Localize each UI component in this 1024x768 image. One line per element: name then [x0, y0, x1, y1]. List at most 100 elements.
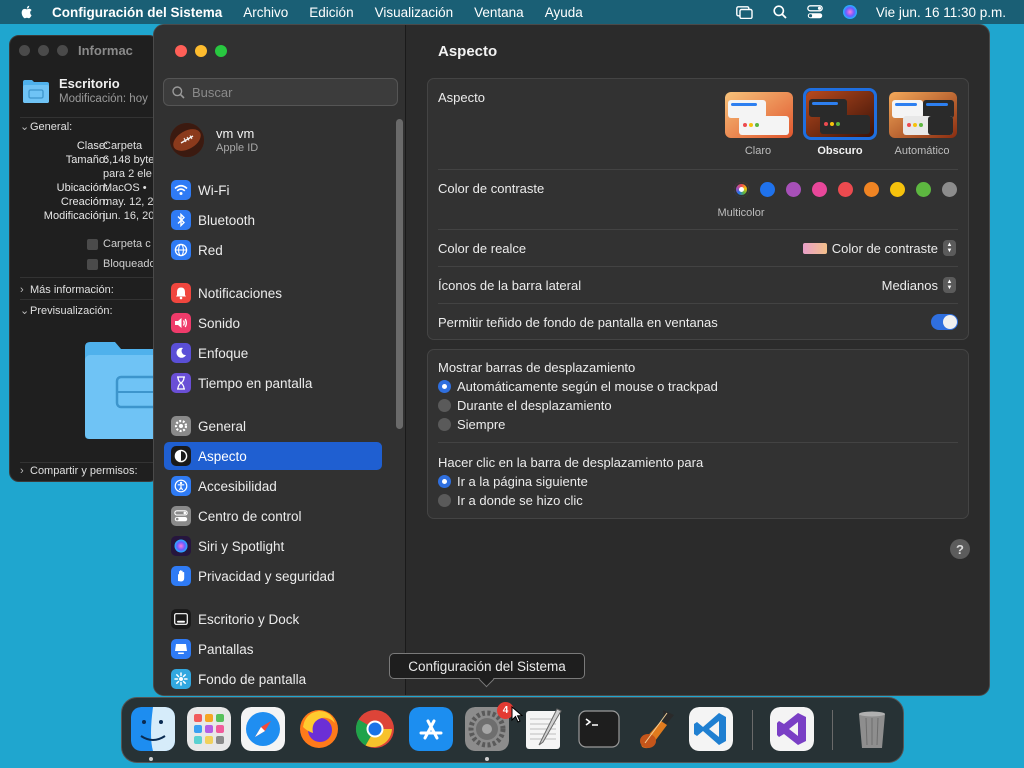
- trash-icon[interactable]: [850, 707, 894, 751]
- theme-option-auto[interactable]: [887, 90, 959, 140]
- divider: [438, 229, 958, 230]
- mouse-pointer-icon: [511, 706, 523, 723]
- stationery-checkbox[interactable]: Carpeta c: [87, 238, 151, 250]
- sidebar-item-label: Sonido: [198, 315, 241, 331]
- scrollbars-option-auto[interactable]: Automáticamente según el mouse o trackpa…: [438, 379, 718, 394]
- search-input[interactable]: Buscar: [163, 78, 398, 106]
- search-icon[interactable]: [771, 4, 789, 20]
- accent-red[interactable]: [838, 182, 853, 197]
- locked-checkbox[interactable]: Bloqueado: [87, 258, 156, 270]
- sidebar-icons-popup[interactable]: Medianos ▲ ▼: [882, 277, 956, 293]
- help-button[interactable]: ?: [950, 539, 970, 559]
- radio-label: Durante el desplazamiento: [457, 398, 612, 413]
- screen-mirroring-icon[interactable]: [736, 4, 754, 20]
- control-center-icon[interactable]: [806, 4, 824, 20]
- accent-pink[interactable]: [812, 182, 827, 197]
- sidebar-item-sonido[interactable]: Sonido: [164, 309, 382, 337]
- sidebar-item-aspecto[interactable]: Aspecto: [164, 442, 382, 470]
- notifications-icon: [171, 283, 191, 303]
- sidebar-item-escritorio-y-dock[interactable]: Escritorio y Dock: [164, 605, 382, 633]
- highlight-color-popup[interactable]: Color de contraste ▲ ▼: [802, 240, 956, 256]
- menu-ventana[interactable]: Ventana: [474, 5, 524, 20]
- menu-visualizacion[interactable]: Visualización: [375, 5, 454, 20]
- siri-icon[interactable]: [841, 4, 859, 20]
- sidebar-item-centro-de-control[interactable]: Centro de control: [164, 502, 382, 530]
- close-button[interactable]: [19, 44, 30, 56]
- launchpad-icon[interactable]: [187, 707, 231, 751]
- apple-logo-icon[interactable]: [19, 4, 35, 20]
- accent-green[interactable]: [916, 182, 931, 197]
- preview-section-toggle[interactable]: ⌄Previsualización:: [20, 304, 113, 317]
- click-option-clicked-spot[interactable]: Ir a donde se hizo clic: [438, 493, 583, 508]
- sidebar-item-red[interactable]: Red: [164, 236, 382, 264]
- sidebar-item-privacidad-y-seguridad[interactable]: Privacidad y seguridad: [164, 562, 382, 590]
- info-row: Creación: may. 12, 2: [10, 196, 158, 210]
- more-info-label: Más información:: [30, 284, 114, 296]
- minimize-button[interactable]: [195, 45, 207, 57]
- general-section-toggle[interactable]: ⌄General:: [20, 120, 72, 133]
- terminal-icon[interactable]: [577, 707, 621, 751]
- menu-edicion[interactable]: Edición: [309, 5, 353, 20]
- accent-orange[interactable]: [864, 182, 879, 197]
- sidebar-item-siri-y-spotlight[interactable]: Siri y Spotlight: [164, 532, 382, 560]
- chrome-icon[interactable]: [353, 707, 397, 751]
- accent-blue[interactable]: [760, 182, 775, 197]
- menu-app-name[interactable]: Configuración del Sistema: [52, 5, 222, 20]
- finder-info-window: Informac Escritorio Modificación: hoy ⌄G…: [9, 35, 159, 482]
- radio-selected[interactable]: [438, 475, 451, 488]
- accent-yellow[interactable]: [890, 182, 905, 197]
- sidebar-item-bluetooth[interactable]: Bluetooth: [164, 206, 382, 234]
- sidebar-item-pantallas[interactable]: Pantallas: [164, 635, 382, 663]
- sidebar-item-notificaciones[interactable]: Notificaciones: [164, 279, 382, 307]
- accent-graphite[interactable]: [942, 182, 957, 197]
- scrollbars-option-scrolling[interactable]: Durante el desplazamiento: [438, 398, 612, 413]
- theme-option-dark[interactable]: [803, 88, 877, 140]
- radio-selected[interactable]: [438, 380, 451, 393]
- apple-id-account[interactable]: vm vm Apple ID: [170, 123, 258, 157]
- menu-archivo[interactable]: Archivo: [243, 5, 288, 20]
- info-window-title: Informac: [78, 42, 133, 58]
- sidebar-scrollbar[interactable]: [396, 119, 403, 429]
- accent-multicolor[interactable]: [734, 182, 749, 197]
- theme-option-light[interactable]: [723, 90, 795, 140]
- tinting-toggle[interactable]: [931, 314, 958, 330]
- sidebar-item-wifi[interactable]: Wi-Fi: [164, 176, 382, 204]
- sidebar-item-enfoque[interactable]: Enfoque: [164, 339, 382, 367]
- scrollbars-option-always[interactable]: Siempre: [438, 417, 505, 432]
- menu-ayuda[interactable]: Ayuda: [545, 5, 583, 20]
- zoom-button[interactable]: [215, 45, 227, 57]
- zoom-button[interactable]: [57, 44, 68, 56]
- share-section-toggle[interactable]: › Compartir y permisos:: [20, 465, 138, 477]
- dark-theme-preview: [806, 91, 874, 137]
- sidebar-item-fondo-de-pantalla[interactable]: Fondo de pantalla: [164, 665, 382, 693]
- sidebar-item-label: Red: [198, 242, 223, 258]
- radio-unselected[interactable]: [438, 494, 451, 507]
- minimize-button[interactable]: [38, 44, 49, 56]
- sidebar-item-general[interactable]: General: [164, 412, 382, 440]
- radio-unselected[interactable]: [438, 399, 451, 412]
- radio-unselected[interactable]: [438, 418, 451, 431]
- radio-label: Siempre: [457, 417, 506, 432]
- accent-purple[interactable]: [786, 182, 801, 197]
- more-info-section-toggle[interactable]: › Más información:: [20, 284, 114, 296]
- safari-icon[interactable]: [241, 707, 285, 751]
- sidebar-item-accesibilidad[interactable]: Accesibilidad: [164, 472, 382, 500]
- multicolor-caption: Multicolor: [717, 207, 765, 219]
- firefox-icon[interactable]: [297, 707, 341, 751]
- textedit-icon[interactable]: [521, 707, 565, 751]
- click-option-next-page[interactable]: Ir a la página siguiente: [438, 474, 588, 489]
- finder-icon[interactable]: [131, 707, 175, 751]
- sidebar-item-tiempo-en-pantalla[interactable]: Tiempo en pantalla: [164, 369, 382, 397]
- info-value: Carpeta: [103, 140, 143, 152]
- appearance-settings-card: Aspecto Claro Obscuro Automático Color d…: [427, 78, 969, 340]
- checkbox-box[interactable]: [87, 238, 98, 250]
- garageband-icon[interactable]: [633, 707, 677, 751]
- menu-clock[interactable]: Vie jun. 16 11:30 p.m.: [876, 5, 1006, 20]
- close-button[interactable]: [175, 45, 187, 57]
- checkbox-box[interactable]: [87, 258, 98, 270]
- app-store-icon[interactable]: [409, 707, 453, 751]
- radio-label: Ir a la página siguiente: [457, 474, 588, 489]
- visual-studio-icon[interactable]: [770, 707, 814, 751]
- vscode-icon[interactable]: [689, 707, 733, 751]
- info-row: Clase: Carpeta: [10, 140, 158, 154]
